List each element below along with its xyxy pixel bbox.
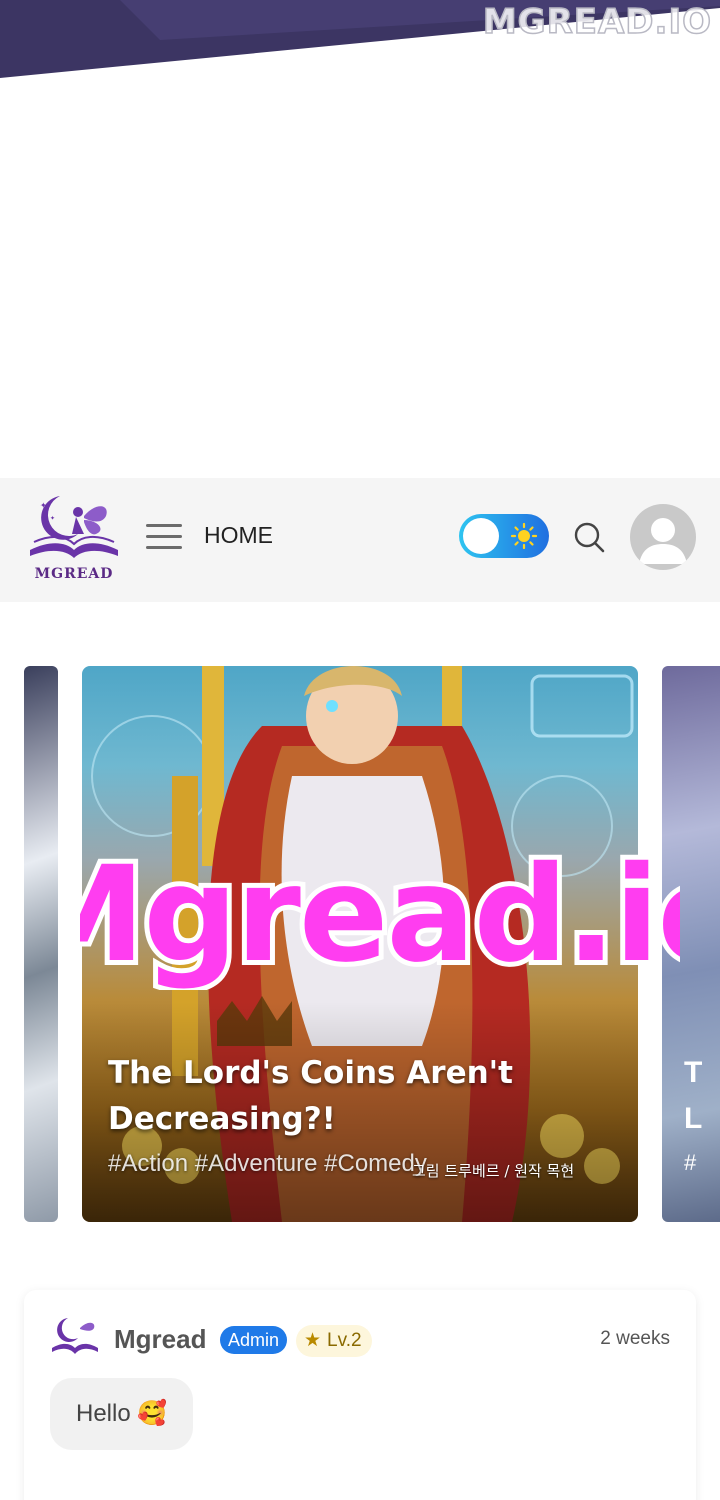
user-avatar-button[interactable]	[630, 504, 696, 570]
toggle-knob	[463, 518, 499, 554]
admin-badge: Admin	[220, 1326, 288, 1354]
theme-toggle[interactable]	[459, 514, 549, 558]
star-icon: ★	[304, 1330, 322, 1351]
default-user-icon	[639, 518, 687, 564]
hamburger-menu-icon[interactable]	[146, 524, 182, 552]
slide-title[interactable]: The Lord's Coins Aren't Decreasing?!	[108, 1050, 538, 1142]
comment-card: Mgread Admin ★ Lv.2 2 weeks Hello 🥰	[24, 1290, 696, 1500]
top-banner-remnant: MGREAD.IO	[0, 0, 720, 80]
svg-text:✦: ✦	[40, 501, 47, 510]
slide-credit: 그림 트루베르 / 원작 목현	[412, 1162, 575, 1180]
level-text: Lv.2	[327, 1330, 362, 1351]
comment-timestamp: 2 weeks	[600, 1328, 670, 1349]
overlay-watermark-text: Mgread.io	[80, 838, 680, 990]
fairy-book-logo-icon: ✦ ✦	[30, 496, 118, 558]
site-watermark-logo: Mgread.io	[80, 833, 680, 990]
comment-bubble: Hello 🥰	[50, 1378, 194, 1450]
home-link[interactable]: HOME	[204, 522, 273, 549]
next-slide-title-partial: T L	[684, 1056, 703, 1135]
carousel-slide-previous[interactable]	[24, 666, 58, 1222]
next-slide-tags-partial: #	[684, 1150, 697, 1175]
search-icon[interactable]	[572, 520, 606, 554]
logo-text: MGREAD	[34, 566, 114, 582]
sun-icon	[511, 523, 537, 549]
slide-tags: #Action #Adventure #Comedy	[108, 1150, 427, 1177]
corner-watermark: MGREAD.IO	[482, 1, 712, 43]
site-header: ✦ ✦ MGREAD HOME	[0, 478, 720, 602]
commenter-name[interactable]: Mgread	[114, 1324, 206, 1355]
svg-text:✦: ✦	[50, 515, 55, 522]
commenter-avatar-icon[interactable]	[50, 1314, 100, 1358]
site-logo[interactable]: ✦ ✦ MGREAD	[26, 490, 122, 590]
level-badge: ★ Lv.2	[296, 1325, 372, 1357]
